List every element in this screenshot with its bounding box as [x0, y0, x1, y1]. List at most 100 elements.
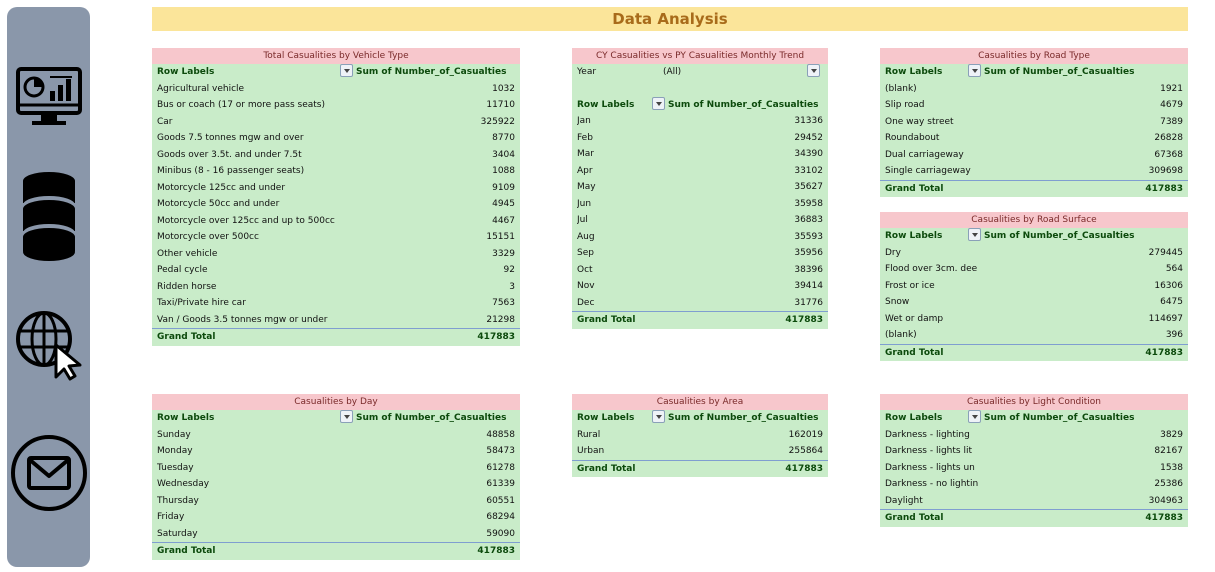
filter-value[interactable]: (All) [663, 64, 804, 81]
pivot-header-row: Row Labels Sum of Number_of_Casualties [880, 228, 1188, 245]
sum-header: Sum of Number_of_Casualties [984, 413, 1135, 423]
row-label: Saturday [157, 528, 198, 539]
row-label: Motorcycle over 125cc and up to 500cc [157, 215, 335, 226]
row-label: Goods over 3.5t. and under 7.5t [157, 149, 302, 160]
row-label: Darkness - lighting [885, 429, 970, 440]
filter-dropdown-icon[interactable] [340, 64, 353, 77]
row-label: Apr [577, 165, 593, 176]
table-row: Friday 68294 [152, 509, 520, 526]
filter-dropdown-icon[interactable] [340, 410, 353, 423]
pivot-title: Casualities by Day [152, 394, 520, 410]
table-row: Goods over 3.5t. and under 7.5t 3404 [152, 147, 520, 164]
table-row: One way street 7389 [880, 114, 1188, 131]
dashboard-monitor-icon[interactable] [7, 65, 90, 129]
table-row: Motorcycle 125cc and under 9109 [152, 180, 520, 197]
filter-row: Year (All) [572, 64, 828, 81]
row-value: 325922 [480, 116, 515, 127]
filter-dropdown-icon[interactable] [968, 64, 981, 77]
row-value: 162019 [788, 429, 823, 440]
table-row: Wet or damp 114697 [880, 311, 1188, 328]
row-value: 564 [1165, 264, 1183, 274]
row-label: Jun [577, 198, 592, 209]
row-label: Agricultural vehicle [157, 83, 245, 94]
row-value: 35627 [794, 182, 823, 192]
sum-header: Sum of Number_of_Casualties [984, 67, 1135, 77]
row-value: 60551 [486, 495, 515, 506]
mail-icon[interactable] [7, 433, 90, 513]
table-row: Rural 162019 [572, 427, 828, 444]
row-label: Single carriageway [885, 166, 971, 176]
row-value: 36883 [794, 215, 823, 225]
grand-total-label: Grand Total [157, 332, 216, 342]
row-value: 21298 [486, 314, 515, 325]
table-row: Darkness - lighting 3829 [880, 427, 1188, 444]
pivot-title: Casualities by Road Type [880, 48, 1188, 64]
row-label: Minibus (8 - 16 passenger seats) [157, 166, 305, 176]
row-value: 31776 [794, 297, 823, 308]
row-value: 92 [503, 265, 515, 275]
grand-total-value: 417883 [477, 546, 515, 556]
row-value: 1032 [492, 83, 515, 94]
table-row: Minibus (8 - 16 passenger seats) 1088 [152, 163, 520, 180]
row-value: 39414 [794, 281, 823, 291]
sidebar [7, 7, 90, 567]
row-value: 7563 [492, 298, 515, 308]
grand-total-label: Grand Total [577, 315, 636, 325]
globe-cursor-icon[interactable] [7, 307, 90, 381]
grand-total-row: Grand Total 417883 [880, 179, 1188, 198]
table-row: Apr 33102 [572, 163, 828, 180]
row-label: Ridden horse [157, 281, 217, 292]
filter-dropdown-icon[interactable] [807, 64, 820, 77]
pivot-road-surface: Casualities by Road Surface Row Labels Sum… [880, 212, 1188, 361]
table-row: Dry 279445 [880, 245, 1188, 262]
table-row: Car 325922 [152, 114, 520, 131]
table-row: Motorcycle over 125cc and up to 500cc 446… [152, 213, 520, 230]
table-row: Darkness - lights un 1538 [880, 460, 1188, 477]
grand-total-row: Grand Total 417883 [572, 459, 828, 478]
pivot-title: Casualities by Light Condition [880, 394, 1188, 410]
table-row: Motorcycle 50cc and under 4945 [152, 196, 520, 213]
row-label: Thursday [157, 495, 199, 506]
pivot-header-row: Row Labels Sum of Number_of_Casualties [572, 96, 828, 114]
row-label: Darkness - no lightin [885, 479, 979, 489]
pivot-monthly-trend: CY Casualities vs PY Casualities Monthly… [572, 48, 828, 329]
pivot-day: Casualities by Day Row Labels Sum of Numbe… [152, 394, 520, 560]
row-value: 304963 [1148, 495, 1183, 506]
row-labels-header: Row Labels [885, 231, 943, 241]
table-row: Saturday 59090 [152, 526, 520, 543]
table-row: Thursday 60551 [152, 493, 520, 510]
row-label: One way street [885, 116, 954, 127]
sum-header: Sum of Number_of_Casualties [984, 231, 1135, 241]
table-row: Agricultural vehicle 1032 [152, 81, 520, 98]
table-row: Single carriageway 309698 [880, 163, 1188, 180]
row-label: Dual carriageway [885, 149, 964, 160]
row-value: 61339 [486, 479, 515, 489]
filter-dropdown-icon[interactable] [968, 228, 981, 241]
row-label: Jul [577, 215, 588, 225]
row-value: 1088 [492, 166, 515, 176]
grand-total-value: 417883 [1145, 183, 1183, 194]
row-value: 67368 [1154, 149, 1183, 160]
sum-header: Sum of Number_of_Casualties [356, 67, 507, 77]
row-value: 29452 [794, 132, 823, 143]
row-label: Roundabout [885, 133, 940, 143]
row-value: 4679 [1160, 100, 1183, 110]
row-label: Oct [577, 264, 593, 275]
row-labels-header: Row Labels [157, 413, 215, 423]
table-row: Goods 7.5 tonnes mgw and over 8770 [152, 130, 520, 147]
table-row: Van / Goods 3.5 tonnes mgw or under 21298 [152, 312, 520, 329]
table-row: (blank) 396 [880, 327, 1188, 344]
row-label: Motorcycle over 500cc [157, 232, 259, 242]
database-icon[interactable] [7, 169, 90, 265]
row-value: 48858 [486, 429, 515, 440]
filter-dropdown-icon[interactable] [652, 96, 665, 110]
row-label: Aug [577, 231, 595, 242]
filter-dropdown-icon[interactable] [968, 410, 981, 423]
blank-row [572, 81, 828, 97]
row-value: 35593 [794, 231, 823, 242]
row-value: 8770 [492, 133, 515, 143]
sum-header: Sum of Number_of_Casualties [668, 99, 819, 110]
filter-dropdown-icon[interactable] [652, 410, 665, 423]
row-label: (blank) [885, 330, 917, 340]
table-row: Dec 31776 [572, 295, 828, 312]
